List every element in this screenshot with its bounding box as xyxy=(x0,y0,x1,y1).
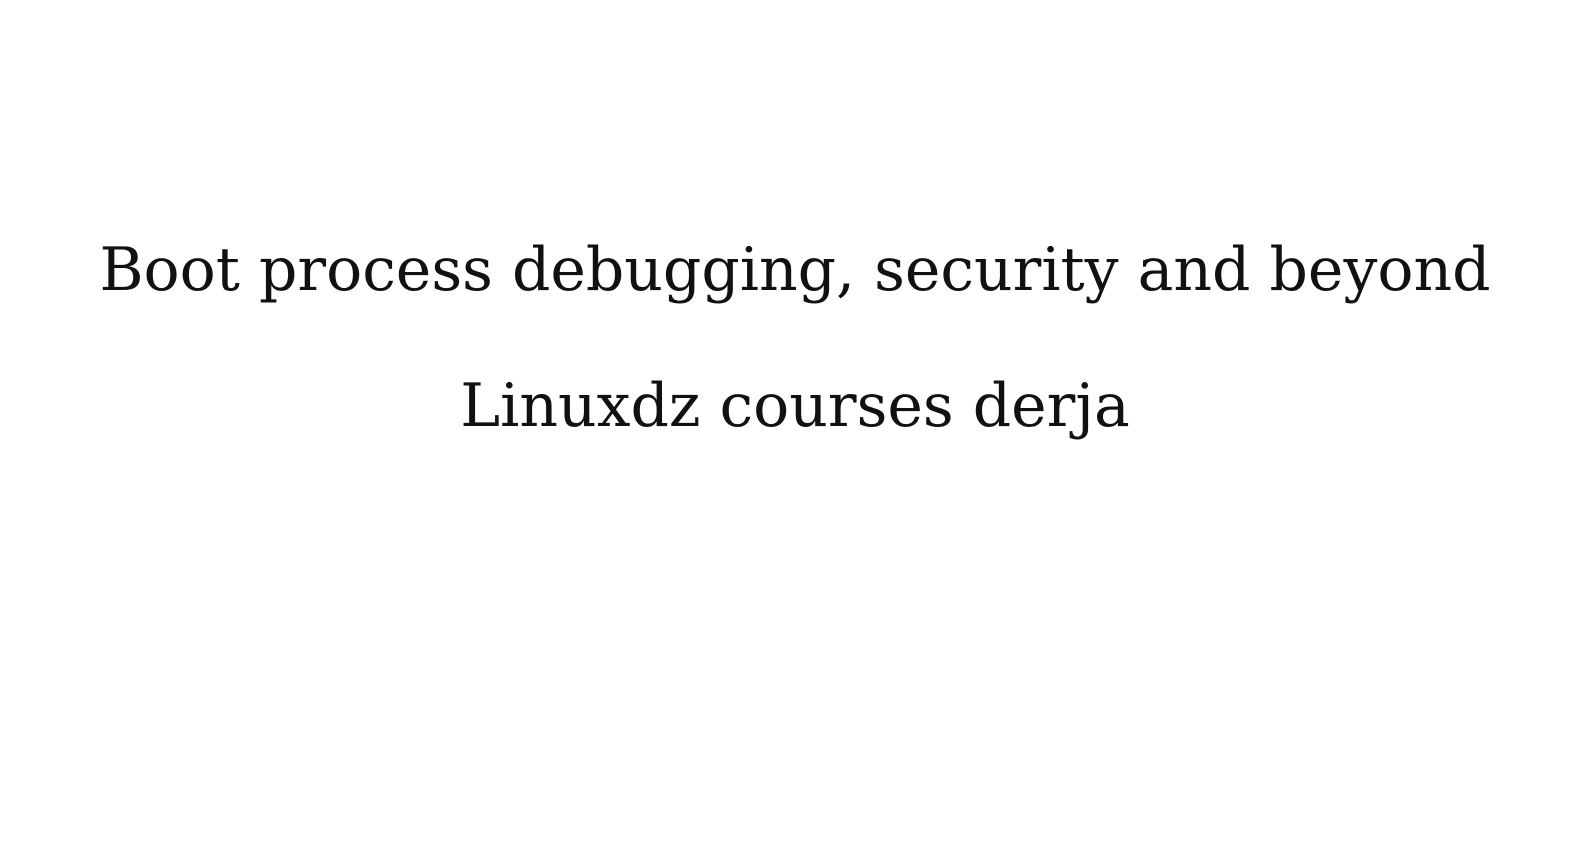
slide-subtitle: Linuxdz courses derja xyxy=(460,371,1130,441)
slide: Boot process debugging, security and bey… xyxy=(0,0,1590,866)
slide-title: Boot process debugging, security and bey… xyxy=(99,235,1491,305)
